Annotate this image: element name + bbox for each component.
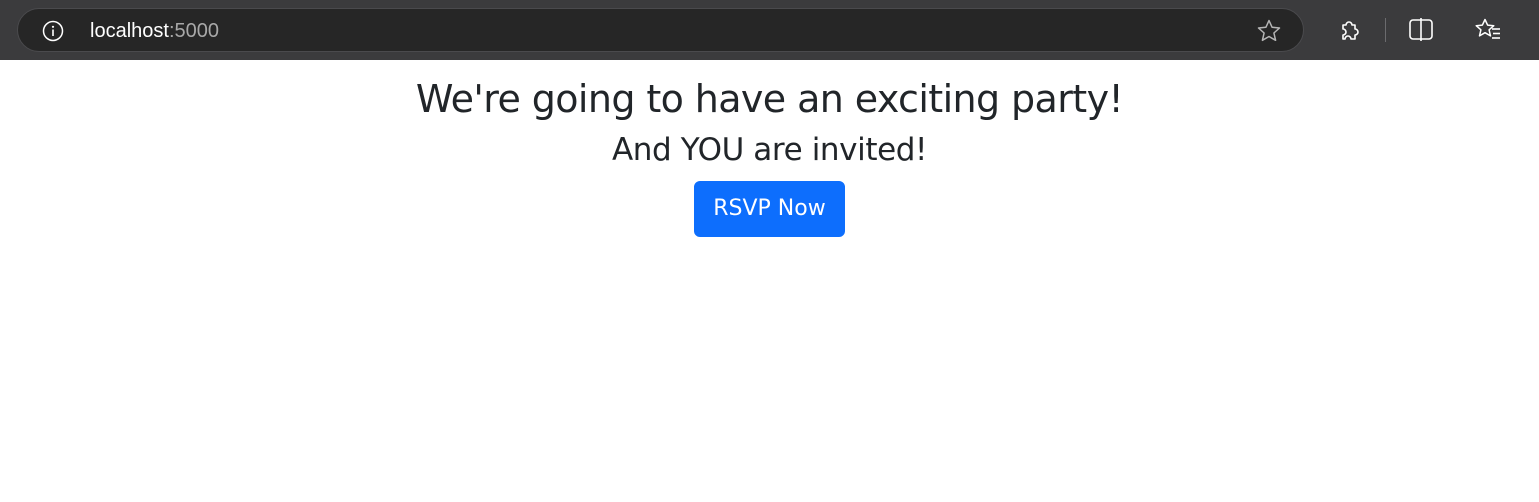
star-icon[interactable] <box>1256 18 1282 44</box>
address-bar[interactable]: localhost:5000 <box>17 8 1304 52</box>
favorites-icon[interactable] <box>1474 16 1502 44</box>
rsvp-button[interactable]: RSVP Now <box>694 181 845 237</box>
page-subtitle: And YOU are invited! <box>611 132 928 168</box>
page-title: We're going to have an exciting party! <box>415 77 1124 121</box>
url-host: localhost <box>90 20 169 42</box>
puzzle-icon[interactable] <box>1335 16 1363 44</box>
url-text[interactable]: localhost:5000 <box>90 19 219 43</box>
split-screen-icon[interactable] <box>1407 16 1435 44</box>
info-icon[interactable] <box>42 20 64 42</box>
browser-toolbar: localhost:5000 <box>0 0 1539 60</box>
url-port: :5000 <box>168 20 219 42</box>
page-content: We're going to have an exciting party! A… <box>0 60 1539 502</box>
toolbar-divider <box>1385 18 1386 42</box>
